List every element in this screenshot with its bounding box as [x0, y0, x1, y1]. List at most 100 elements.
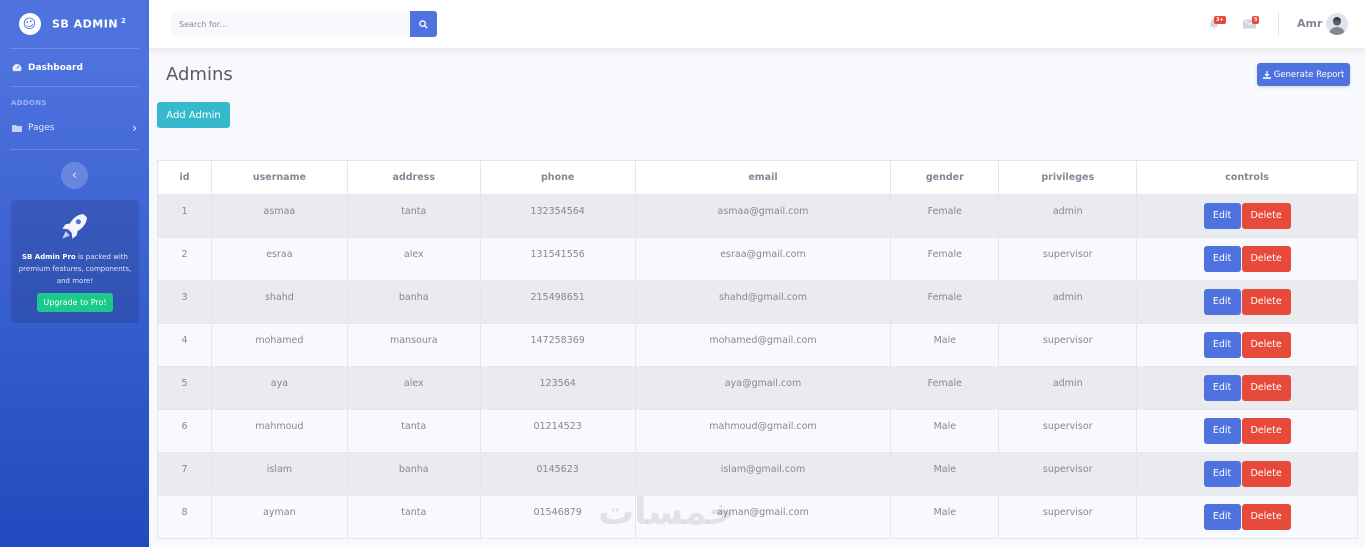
brand-name: SB ADMIN 2: [52, 17, 126, 31]
cell-phone: 132354564: [479, 194, 636, 238]
edit-button[interactable]: Edit: [1203, 289, 1241, 315]
edit-button[interactable]: Edit: [1203, 246, 1241, 272]
cell-email: mohamed@gmail.com: [634, 323, 892, 367]
delete-button[interactable]: Delete: [1241, 375, 1291, 401]
sidebar-toggle-button[interactable]: ‹: [61, 162, 88, 189]
cell-gender: Female: [890, 366, 1000, 410]
delete-button[interactable]: Delete: [1241, 504, 1291, 530]
cell-id: 4: [157, 323, 212, 367]
cell-address: alex: [346, 237, 481, 281]
cell-username: asmaa: [210, 194, 348, 238]
generate-report-button[interactable]: Generate Report: [1257, 63, 1350, 86]
table-row: 4 mohamed mansoura 147258369 mohamed@gmail.c…: [157, 323, 1358, 367]
promo-bold: SB Admin Pro: [21, 253, 76, 261]
generate-report-label: Generate Report: [1273, 69, 1345, 80]
search-input[interactable]: [171, 11, 410, 37]
cell-privileges: admin: [998, 366, 1138, 410]
cell-id: 7: [157, 452, 212, 496]
cell-gender: Female: [890, 237, 1000, 281]
edit-button[interactable]: Edit: [1203, 418, 1241, 444]
cell-privileges: supervisor: [998, 495, 1138, 539]
cell-username: islam: [210, 452, 348, 496]
cell-phone: 131541556: [479, 237, 636, 281]
cell-phone: 123564: [479, 366, 636, 410]
edit-button[interactable]: Edit: [1203, 461, 1241, 487]
sidebar: ☺ SB ADMIN 2 Dashboard ADDONS Pages › ‹ S…: [0, 0, 149, 547]
edit-button[interactable]: Edit: [1203, 504, 1241, 530]
column-header-controls: controls: [1136, 160, 1358, 195]
delete-button[interactable]: Delete: [1241, 289, 1291, 315]
table-row: 3 shahd banha 215498651 shahd@gmail.com Femal…: [157, 280, 1358, 324]
edit-button[interactable]: Edit: [1203, 332, 1241, 358]
cell-privileges: admin: [998, 280, 1138, 324]
add-admin-button[interactable]: Add Admin: [157, 102, 230, 128]
cell-controls: Edit Delete: [1136, 366, 1358, 410]
column-header-email: email: [634, 160, 892, 195]
cell-controls: Edit Delete: [1136, 280, 1358, 324]
upgrade-button[interactable]: Upgrade to Pro!: [37, 293, 113, 312]
table-row: 6 mahmoud tanta 01214523 mahmoud@gmail.com Ma…: [157, 409, 1358, 453]
column-header-gender: gender: [890, 160, 1000, 195]
alerts-badge: 3+: [1214, 16, 1226, 24]
edit-button[interactable]: Edit: [1203, 203, 1241, 229]
avatar[interactable]: [1326, 13, 1348, 35]
topbar-divider: [1278, 11, 1279, 37]
delete-button[interactable]: Delete: [1241, 246, 1291, 272]
user-name[interactable]: Amr: [1297, 17, 1322, 30]
sidebar-item-dashboard[interactable]: Dashboard: [0, 49, 149, 86]
rocket-icon: [62, 214, 87, 239]
cell-phone: 01546879: [479, 495, 636, 539]
sidebar-brand[interactable]: ☺ SB ADMIN 2: [0, 0, 149, 48]
cell-gender: Male: [890, 495, 1000, 539]
chevron-right-icon: ›: [132, 121, 137, 135]
cell-controls: Edit Delete: [1136, 495, 1358, 539]
delete-button[interactable]: Delete: [1241, 418, 1291, 444]
column-header-privileges: privileges: [998, 160, 1138, 195]
table-header-row: id username address phone email gender p…: [157, 160, 1358, 195]
cell-gender: Female: [890, 280, 1000, 324]
delete-button[interactable]: Delete: [1241, 203, 1291, 229]
cell-id: 8: [157, 495, 212, 539]
messages-badge: 5: [1252, 16, 1260, 24]
cell-username: mohamed: [210, 323, 348, 367]
folder-icon: [12, 125, 22, 132]
search-button[interactable]: [410, 11, 437, 37]
cell-privileges: admin: [998, 194, 1138, 238]
promo-text: SB Admin Pro is packed with premium feat…: [11, 251, 139, 287]
cell-privileges: supervisor: [998, 409, 1138, 453]
topbar: 3+ 5 Amr: [149, 0, 1365, 48]
cell-controls: Edit Delete: [1136, 323, 1358, 367]
edit-button[interactable]: Edit: [1203, 375, 1241, 401]
user-avatar-icon: [1329, 17, 1345, 35]
cell-email: mahmoud@gmail.com: [634, 409, 892, 453]
cell-controls: Edit Delete: [1136, 194, 1358, 238]
cell-phone: 0145623: [479, 452, 636, 496]
delete-button[interactable]: Delete: [1241, 332, 1291, 358]
sidebar-item-label: Pages: [28, 123, 55, 133]
cell-address: tanta: [346, 495, 481, 539]
cell-privileges: supervisor: [998, 452, 1138, 496]
cell-username: shahd: [210, 280, 348, 324]
delete-button[interactable]: Delete: [1241, 461, 1291, 487]
cell-privileges: supervisor: [998, 323, 1138, 367]
cell-id: 2: [157, 237, 212, 281]
search-form: [171, 11, 437, 37]
cell-username: ayman: [210, 495, 348, 539]
cell-id: 6: [157, 409, 212, 453]
tachometer-icon: [12, 64, 22, 72]
cell-id: 5: [157, 366, 212, 410]
sidebar-heading-addons: ADDONS: [11, 99, 47, 107]
table-body: 1 asmaa tanta 132354564 asmaa@gmail.com Femal…: [157, 194, 1358, 539]
cell-phone: 147258369: [479, 323, 636, 367]
cell-address: banha: [346, 452, 481, 496]
cell-email: esraa@gmail.com: [634, 237, 892, 281]
column-header-phone: phone: [479, 160, 636, 195]
cell-id: 3: [157, 280, 212, 324]
chevron-left-icon: ‹: [71, 168, 78, 183]
brand-version: 2: [121, 17, 127, 26]
sidebar-item-pages[interactable]: Pages ›: [0, 112, 149, 144]
sidebar-divider: [10, 149, 139, 150]
cell-privileges: supervisor: [998, 237, 1138, 281]
admins-table: id username address phone email gender p…: [157, 160, 1358, 539]
cell-email: islam@gmail.com: [634, 452, 892, 496]
